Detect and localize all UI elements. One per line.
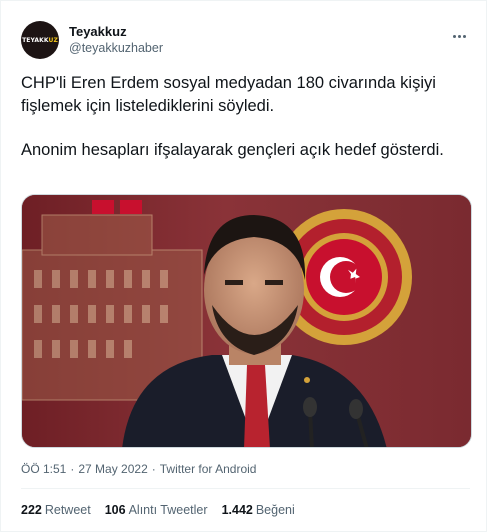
tweet-header: TEYAKKUZ Teyakkuz @teyakkuzhaber <box>21 19 470 61</box>
author-names: Teyakkuz @teyakkuzhaber <box>69 23 163 57</box>
quote-tweets-stat[interactable]: 106 Alıntı Tweetler <box>105 503 208 517</box>
tweet-time[interactable]: ÖÖ 1:51 <box>21 462 66 476</box>
tweet-paragraph-2: Anonim hesapları ifşalayarak gençleri aç… <box>21 141 444 159</box>
tweet-card[interactable]: TEYAKKUZ Teyakkuz @teyakkuzhaber CHP'li … <box>0 0 487 532</box>
author-handle[interactable]: @teyakkuzhaber <box>69 40 163 57</box>
tweet-meta: ÖÖ 1:51 · 27 May 2022 · Twitter for Android <box>21 462 257 476</box>
tweet-text: CHP'li Eren Erdem sosyal medyadan 180 ci… <box>21 72 461 162</box>
likes-stat[interactable]: 1.442 Beğeni <box>222 503 295 517</box>
divider <box>21 488 470 489</box>
tweet-date[interactable]: 27 May 2022 <box>78 462 147 476</box>
flag-graphic <box>92 200 114 214</box>
tweet-source[interactable]: Twitter for Android <box>160 462 257 476</box>
photo-illustration <box>22 195 471 447</box>
author-display-name[interactable]: Teyakkuz <box>69 23 163 40</box>
avatar[interactable]: TEYAKKUZ <box>21 21 59 59</box>
more-icon[interactable] <box>450 27 468 45</box>
tweet-paragraph-1: CHP'li Eren Erdem sosyal medyadan 180 ci… <box>21 74 436 115</box>
tweet-stats: 222 Retweet 106 Alıntı Tweetler 1.442 Beğen… <box>21 503 295 517</box>
retweets-stat[interactable]: 222 Retweet <box>21 503 91 517</box>
tweet-media-photo[interactable] <box>21 194 472 448</box>
avatar-logo: TEYAKKUZ <box>22 36 58 44</box>
